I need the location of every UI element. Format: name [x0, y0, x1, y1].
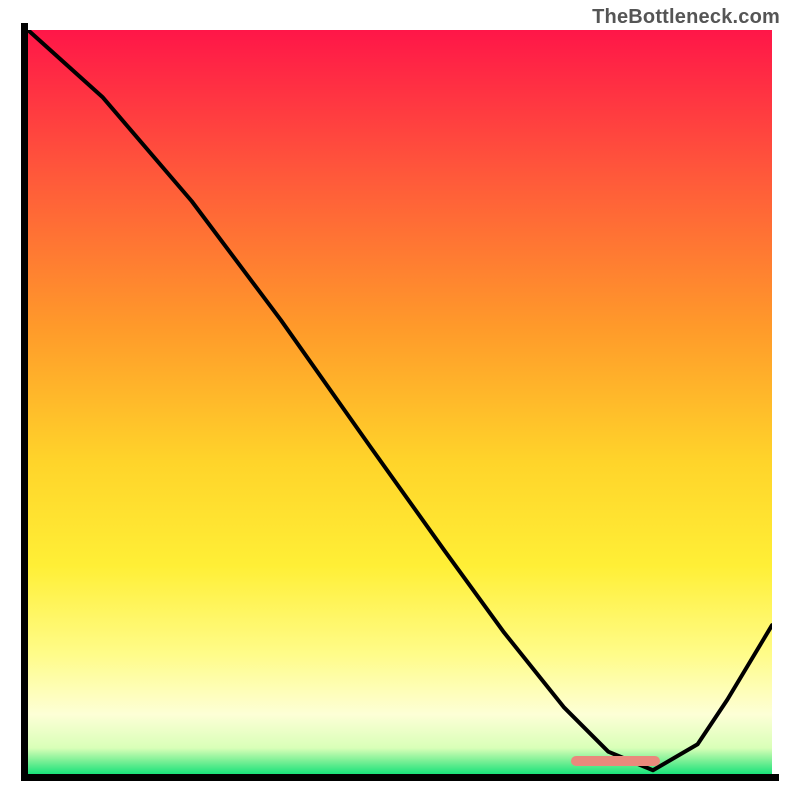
plot-area	[28, 30, 772, 774]
bottleneck-curve	[28, 30, 772, 770]
watermark-label: TheBottleneck.com	[592, 6, 780, 29]
chart-container: TheBottleneck.com	[0, 0, 800, 800]
series-svg	[28, 30, 772, 774]
optimal-range-marker	[571, 756, 660, 766]
